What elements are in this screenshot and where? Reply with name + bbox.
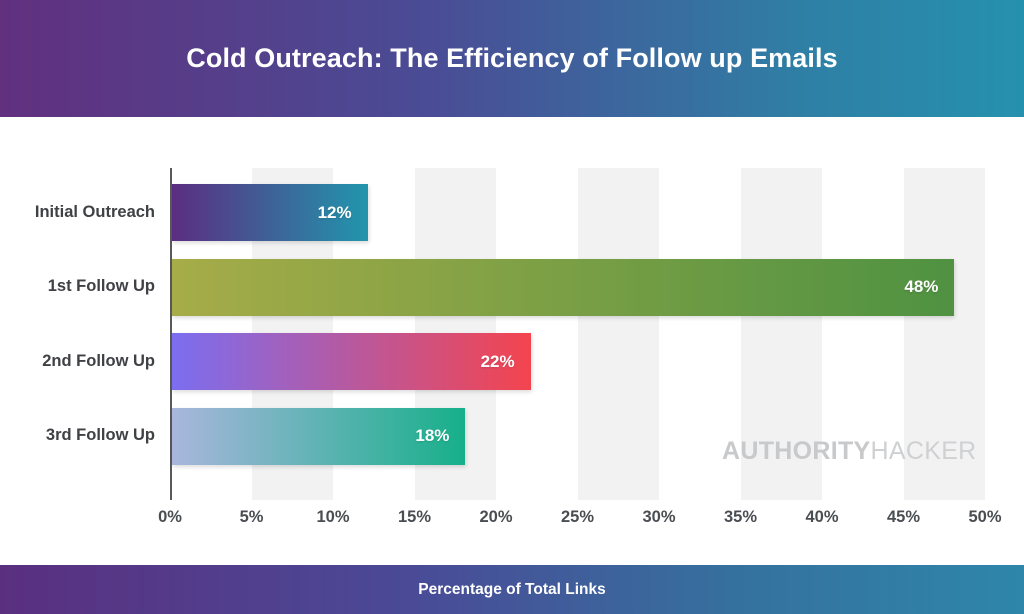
x-tick-label: 10% (316, 508, 350, 526)
x-tick-label: 35% (723, 508, 758, 526)
x-tick-label: 30% (642, 508, 676, 526)
x-tick-label: 50% (968, 508, 1002, 526)
category-label: 2nd Follow Up (42, 351, 155, 370)
bar: 48% (172, 258, 955, 316)
category-label: 1st Follow Up (47, 277, 155, 295)
bar: 12% (172, 184, 368, 241)
chart-canvas: Initial Outreach 1st Follow Up 2nd Follow … (0, 117, 1024, 565)
bar-value-label: 22% (480, 351, 515, 371)
x-axis-tick-labels: 0% 5% 10% 15% 20% 25% 30% 35% 40% 45% 50% (158, 500, 1001, 540)
chart-header-banner: Cold Outreach: The Efficiency of Follow … (0, 0, 1024, 117)
x-tick-label: 45% (886, 508, 921, 526)
x-tick-label: 15% (397, 508, 432, 526)
bar-value-label: 18% (415, 426, 450, 445)
watermark-bold-text: AUTHORITY (722, 437, 871, 465)
watermark-light-text: HACKER (870, 437, 977, 465)
bar: 22% (172, 333, 531, 390)
chart-footer-banner: Percentage of Total Links (0, 565, 1024, 614)
x-tick-label: 25% (560, 508, 595, 526)
bar: 18% (172, 407, 466, 465)
x-tick-label: 20% (479, 508, 513, 526)
category-label: Initial Outreach (34, 202, 155, 221)
page-title: Cold Outreach: The Efficiency of Follow … (186, 43, 838, 73)
authorityhacker-watermark: AUTHORITYHACKER (722, 437, 977, 466)
x-axis-title: Percentage of Total Links (418, 580, 606, 598)
category-axis-labels: Initial Outreach 1st Follow Up 2nd Follow … (0, 168, 155, 500)
x-tick-label: 5% (239, 508, 264, 526)
x-tick-label: 40% (805, 508, 839, 526)
bar-value-label: 48% (904, 277, 939, 296)
category-label: 3rd Follow Up (45, 426, 155, 444)
bar-value-label: 12% (317, 202, 352, 222)
x-tick-label: 0% (158, 508, 182, 526)
